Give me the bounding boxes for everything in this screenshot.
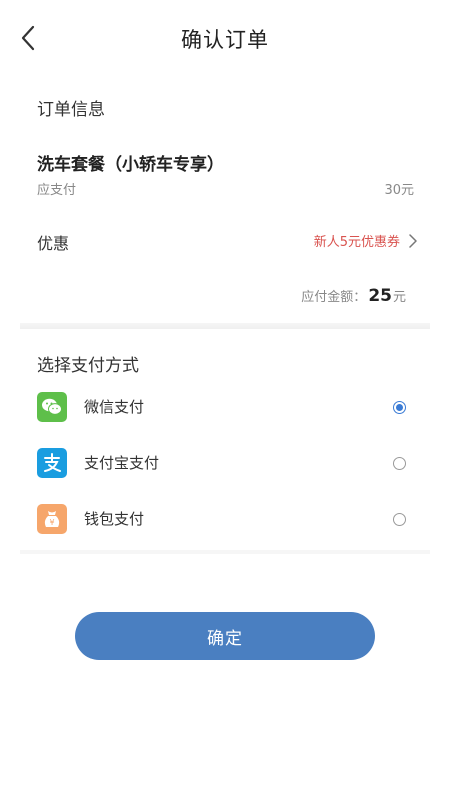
coupon-text: 新人5元优惠券 bbox=[313, 235, 400, 250]
product-name: 洗车套餐（小轿车专享） bbox=[37, 155, 224, 175]
payable-value: 30元 bbox=[384, 183, 414, 198]
header: 确认订单 bbox=[0, 0, 450, 78]
radio-wallet[interactable] bbox=[393, 513, 406, 526]
discount-label: 优惠 bbox=[37, 234, 70, 253]
chevron-right-icon bbox=[409, 233, 417, 248]
payable-label: 应支付 bbox=[37, 183, 77, 198]
total-row: 应付金额： 25 元 bbox=[301, 286, 406, 306]
pay-method-wallet[interactable]: ¥ 钱包支付 bbox=[0, 496, 450, 544]
order-info-title: 订单信息 bbox=[37, 100, 105, 120]
total-label: 应付金额： bbox=[301, 290, 367, 305]
total-amount: 25 bbox=[368, 286, 392, 306]
pay-method-alipay[interactable]: 支付宝支付 bbox=[0, 440, 450, 488]
confirm-button[interactable]: 确定 bbox=[75, 612, 375, 660]
section-divider bbox=[20, 323, 430, 329]
page-title: 确认订单 bbox=[181, 28, 269, 52]
pay-method-label: 钱包支付 bbox=[84, 510, 145, 528]
confirm-order-page: 确认订单 订单信息 洗车套餐（小轿车专享） 应支付 30元 优惠 新人5元优惠券… bbox=[0, 0, 450, 800]
alipay-icon bbox=[37, 448, 67, 478]
total-unit: 元 bbox=[392, 290, 406, 305]
section-divider bbox=[20, 550, 430, 554]
svg-text:¥: ¥ bbox=[49, 518, 54, 527]
radio-wechat[interactable] bbox=[393, 401, 406, 414]
pay-method-label: 微信支付 bbox=[84, 398, 145, 416]
pay-method-wechat[interactable]: 微信支付 bbox=[0, 384, 450, 432]
wallet-icon: ¥ bbox=[37, 504, 67, 534]
payment-method-title: 选择支付方式 bbox=[37, 356, 139, 376]
coupon-selector[interactable]: 新人5元优惠券 bbox=[314, 231, 418, 250]
pay-method-label: 支付宝支付 bbox=[84, 454, 160, 472]
wechat-icon bbox=[37, 392, 67, 422]
radio-alipay[interactable] bbox=[393, 457, 406, 470]
